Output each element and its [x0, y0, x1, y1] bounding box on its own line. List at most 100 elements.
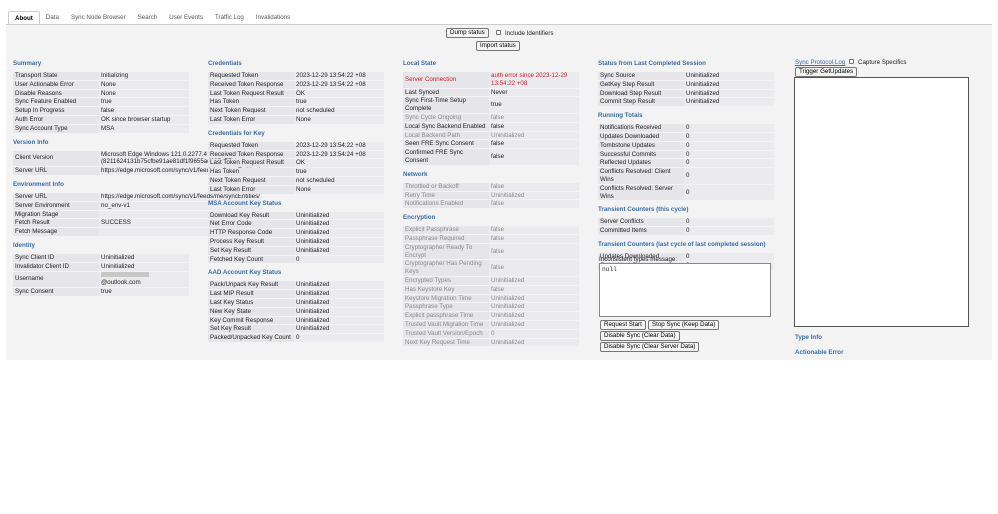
transient-last-title: Transient Counters (last cycle of last c…	[598, 240, 766, 248]
row-key: Fetch Result	[13, 219, 99, 228]
row-value: @outlook.com	[99, 271, 189, 288]
row-value: not scheduled	[294, 176, 384, 185]
row-key: Requested Token	[208, 72, 294, 80]
tab-user-events[interactable]: User Events	[163, 11, 209, 25]
row-key: Trusted Vault Migration Time	[403, 320, 489, 329]
row-value: Initializing	[99, 72, 189, 80]
stop-sync-button[interactable]: Stop Sync (Keep Data)	[648, 320, 720, 330]
row-key: Conflicts Resolved: Client Wins	[598, 168, 684, 184]
column-2: Credentials Requested Token 2023-12-29 13:…	[208, 60, 384, 343]
row-value: None	[99, 80, 189, 89]
row-key: Auth Error	[13, 115, 99, 124]
include-identifiers-label: Include Identifiers	[505, 30, 554, 37]
table-row: HTTP Response Code Uninitialized	[208, 229, 384, 237]
table-row: Updates Downloaded 0	[598, 132, 774, 141]
credentials-table: Requested Token 2023-12-29 13:54:22 +08 Re…	[208, 71, 384, 125]
row-key: Explicit passphrase Time	[403, 312, 489, 320]
row-value: Uninitialized	[294, 316, 384, 325]
row-value: Uninitialized	[99, 253, 189, 262]
row-key: Disable Reasons	[13, 89, 99, 98]
trigger-getupdates-button[interactable]: Trigger GetUpdates	[795, 67, 858, 77]
table-row: Keystore Migration Time Uninitialized	[403, 294, 579, 303]
row-value: 2023-12-29 13:54:24 +08	[294, 150, 384, 159]
row-key: Download Key Result	[208, 211, 294, 220]
tab-search[interactable]: Search	[132, 11, 164, 25]
disable-sync-clear-server-data-button[interactable]: Disable Sync (Clear Server Data)	[600, 342, 700, 352]
row-key: Local Sync Backend Enabled	[403, 122, 489, 131]
row-value: 2023-12-29 13:54:22 +08	[294, 141, 384, 150]
table-row: Net Error Code Uninitialized	[208, 220, 384, 229]
running-totals-table: Notifications Received 0 Updates Downloade…	[598, 123, 774, 201]
transient-cycle-title: Transient Counters (this cycle)	[598, 206, 689, 214]
table-row: Sync Source Uninitialized	[598, 72, 774, 80]
table-row: Notifications Enabled false	[403, 200, 579, 209]
row-key: Last Token Request Result	[208, 159, 294, 168]
row-value: Uninitialized	[489, 276, 579, 285]
table-row: Passphrase Required false	[403, 234, 579, 243]
row-key: Last Synced	[403, 88, 489, 97]
tab-traffic-log[interactable]: Traffic Log	[209, 11, 250, 25]
row-key: Fetched Key Count	[208, 255, 294, 264]
dump-status-button[interactable]: Dump status	[446, 28, 489, 38]
row-key: Invalidator Client ID	[13, 262, 99, 271]
tab-about[interactable]: About	[8, 11, 40, 25]
row-key: HTTP Response Code	[208, 229, 294, 237]
table-row: Passphrase Type Uninitialized	[403, 303, 579, 312]
capture-specifics-checkbox[interactable]	[849, 59, 854, 64]
row-value: 0	[684, 168, 774, 184]
encryption-title: Encryption	[403, 214, 436, 222]
column-4: Status from Last Completed Session Sync S…	[598, 60, 774, 271]
row-value: Uninitialized	[294, 220, 384, 229]
table-row: Process Key Result Uninitialized	[208, 237, 384, 246]
row-value: 0	[294, 255, 384, 264]
row-key: Last MIP Result	[208, 290, 294, 298]
row-value: OK since browser startup	[99, 115, 189, 124]
row-value: 0	[684, 227, 774, 235]
row-value: 0	[684, 150, 774, 159]
table-row: Cryptographer Ready To Encrypt false	[403, 243, 579, 260]
credentials-title: Credentials	[208, 60, 242, 67]
row-key: Successful Commits	[598, 150, 684, 159]
row-key: Explicit Passphrase	[403, 226, 489, 234]
aad-key-title: AAD Account Key Status	[208, 269, 282, 277]
row-key: Last Key Status	[208, 298, 294, 307]
row-key: Local Backend Path	[403, 131, 489, 140]
row-value: false	[489, 113, 579, 122]
table-row: Transport State Initializing	[13, 72, 189, 80]
table-row: Next Token Request not scheduled	[208, 107, 384, 115]
row-value: 0	[684, 132, 774, 141]
table-row: Set Key Result Uninitialized	[208, 246, 384, 255]
row-key: Reflected Updates	[598, 159, 684, 168]
row-key: New Key State	[208, 307, 294, 316]
row-key: Setup In Progress	[13, 107, 99, 115]
row-value: OK	[294, 89, 384, 98]
row-value: Uninitialized	[294, 229, 384, 237]
row-key: Has Token	[208, 168, 294, 176]
row-value: true	[294, 168, 384, 176]
row-value: Uninitialized	[294, 246, 384, 255]
row-value: 0	[489, 329, 579, 338]
row-value: OK	[294, 159, 384, 168]
table-row: Reflected Updates 0	[598, 159, 774, 168]
msa-key-title: MSA Account Key Status	[208, 199, 282, 207]
tab-data[interactable]: Data	[40, 11, 65, 25]
row-key: Download Step Result	[598, 89, 684, 98]
protocol-log-box[interactable]	[794, 77, 969, 327]
tab-invalidations[interactable]: Invalidations	[250, 11, 296, 25]
include-identifiers-checkbox[interactable]	[496, 30, 501, 35]
table-row: Sync Account Type MSA	[13, 124, 189, 133]
row-key: Next Token Request	[208, 107, 294, 115]
table-row: Confirmed FRE Sync Consent false	[403, 149, 579, 165]
credentials-key-title: Credentials for Key	[208, 129, 265, 137]
tab-sync-node-browser[interactable]: Sync Node Browser	[65, 11, 132, 25]
table-row: Cryptographer Has Pending Keys false	[403, 260, 579, 276]
import-status-button[interactable]: Import status	[476, 41, 520, 51]
inconsistent-types-textarea[interactable]: null	[599, 263, 771, 317]
row-key: Notifications Received	[598, 124, 684, 132]
table-row: Commit Step Result Uninitialized	[598, 98, 774, 107]
request-start-button[interactable]: Request Start	[600, 320, 646, 330]
table-row: Server Conflicts 0	[598, 218, 774, 227]
row-key: Confirmed FRE Sync Consent	[403, 149, 489, 165]
disable-sync-clear-data-button[interactable]: Disable Sync (Clear Data)	[600, 331, 680, 341]
sync-protocol-log-title: Sync Protocol Log	[795, 59, 846, 66]
